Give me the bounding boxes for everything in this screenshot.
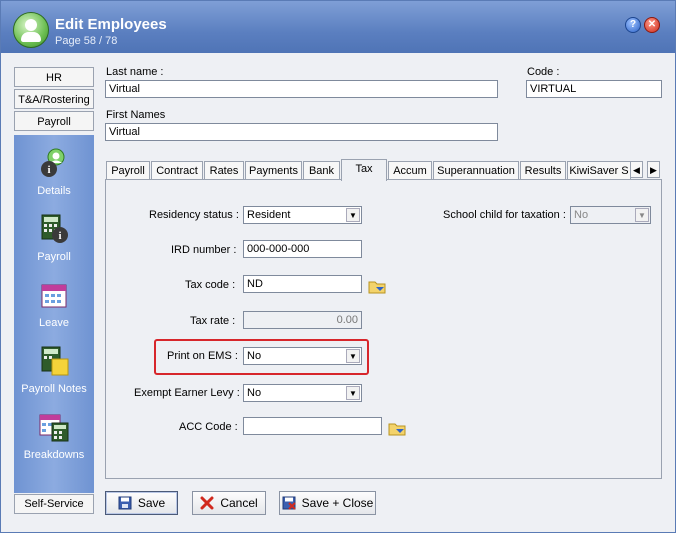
title-bar: Edit Employees Page 58 / 78 ? ✕ (1, 1, 675, 53)
tax-code-label: Tax code : (185, 279, 236, 291)
save-button[interactable]: Save (105, 491, 178, 515)
employees-app-icon (13, 12, 49, 48)
close-icon[interactable]: ✕ (644, 17, 660, 33)
chevron-down-icon[interactable]: ▼ (346, 208, 360, 222)
school-child-select[interactable]: No ▼ (570, 206, 651, 224)
tab-contract[interactable]: Contract (151, 161, 203, 180)
exempt-earner-levy-select[interactable]: No ▼ (243, 384, 362, 402)
chevron-down-icon[interactable]: ▼ (635, 208, 649, 222)
tab-payments[interactable]: Payments (245, 161, 302, 180)
folder-lookup-icon[interactable] (368, 278, 386, 294)
tax-tab-panel (105, 179, 662, 479)
cancel-button-label: Cancel (220, 496, 258, 510)
window-title: Edit Employees (55, 16, 167, 33)
ird-number-field[interactable]: 000-000-000 (243, 240, 362, 258)
tax-code-field[interactable]: ND (243, 275, 362, 293)
residency-status-label: Residency status : (149, 209, 239, 221)
sidebar-tab-hr[interactable]: HR (14, 67, 94, 87)
cancel-x-icon (200, 496, 214, 510)
chevron-down-icon[interactable]: ▼ (346, 349, 360, 363)
acc-code-field[interactable] (243, 417, 382, 435)
tab-scroll-right-icon[interactable]: ▶ (647, 161, 660, 178)
calculator-note-icon (41, 346, 69, 376)
print-on-ems-label: Print on EMS : (167, 350, 238, 362)
save-close-button-label: Save + Close (301, 496, 374, 510)
first-names-label: First Names (106, 109, 166, 121)
tab-scroll-left-icon[interactable]: ◀ (630, 161, 643, 178)
sidebar-tab-self-service[interactable]: Self-Service (14, 494, 94, 514)
sidebar-tab-ta-rostering[interactable]: T&A/Rostering (14, 89, 94, 109)
calendar-icon (41, 284, 67, 308)
sidebar-item-label: Breakdowns (23, 449, 85, 461)
svg-text:i: i (58, 230, 61, 242)
residency-status-value: Resident (247, 209, 291, 221)
print-on-ems-select[interactable]: No ▼ (243, 347, 362, 365)
save-close-button[interactable]: Save + Close (279, 491, 376, 515)
folder-lookup-icon[interactable] (388, 420, 406, 436)
ird-number-label: IRD number : (171, 244, 237, 256)
tax-rate-label: Tax rate : (190, 315, 236, 327)
chevron-down-icon[interactable]: ▼ (346, 386, 360, 400)
tab-superannuation[interactable]: Superannuation (433, 161, 519, 180)
floppy-disk-icon (118, 496, 132, 510)
first-names-field[interactable]: Virtual (105, 123, 498, 141)
sidebar-item-label: Payroll Notes (21, 383, 87, 395)
sidebar-item-details[interactable]: i Details (14, 143, 94, 203)
last-name-field[interactable]: Virtual (105, 80, 498, 98)
tab-bank[interactable]: Bank (303, 161, 340, 180)
print-on-ems-value: No (247, 350, 262, 362)
tab-results[interactable]: Results (520, 161, 566, 180)
sidebar-tab-payroll[interactable]: Payroll (14, 111, 94, 131)
tab-kiwisaver[interactable]: KiwiSaver S (567, 161, 631, 180)
acc-code-label: ACC Code : (179, 421, 238, 433)
code-label: Code : (527, 66, 560, 78)
save-close-icon (282, 496, 296, 510)
svg-text:i: i (47, 164, 50, 176)
edit-employees-window: Edit Employees Page 58 / 78 ? ✕ HR T&A/R… (0, 0, 676, 533)
sidebar-item-label: Leave (39, 317, 69, 329)
exempt-earner-levy-value: No (247, 387, 262, 399)
sidebar-item-payroll[interactable]: i Payroll (14, 209, 94, 269)
calendar-calculator-icon (39, 414, 69, 442)
sidebar-panel: i Details i Payroll Leave Payroll Notes … (14, 135, 94, 493)
exempt-earner-levy-label: Exempt Earner Levy : (134, 387, 240, 399)
sidebar-item-breakdowns[interactable]: Breakdowns (14, 407, 94, 467)
save-button-label: Save (137, 496, 166, 510)
sidebar-item-payroll-notes[interactable]: Payroll Notes (14, 341, 94, 401)
school-child-value: No (574, 209, 589, 221)
residency-status-select[interactable]: Resident ▼ (243, 206, 362, 224)
tax-rate-field: 0.00 (243, 311, 362, 329)
person-info-icon: i (41, 148, 65, 177)
tab-rates[interactable]: Rates (204, 161, 244, 180)
last-name-label: Last name : (106, 66, 164, 78)
calculator-info-icon: i (41, 214, 68, 243)
tab-tax[interactable]: Tax (341, 159, 387, 181)
page-indicator: Page 58 / 78 (55, 35, 118, 47)
help-icon[interactable]: ? (625, 17, 641, 33)
tab-payroll[interactable]: Payroll (106, 161, 150, 180)
school-child-label: School child for taxation : (443, 209, 566, 221)
sidebar-item-leave[interactable]: Leave (14, 275, 94, 335)
sidebar: HR T&A/Rostering Payroll i Details i Pay… (14, 67, 94, 515)
cancel-button[interactable]: Cancel (192, 491, 266, 515)
sidebar-item-label: Details (37, 185, 71, 197)
tab-accum[interactable]: Accum (388, 161, 432, 180)
sidebar-item-label: Payroll (37, 251, 71, 263)
code-field[interactable]: VIRTUAL (526, 80, 662, 98)
